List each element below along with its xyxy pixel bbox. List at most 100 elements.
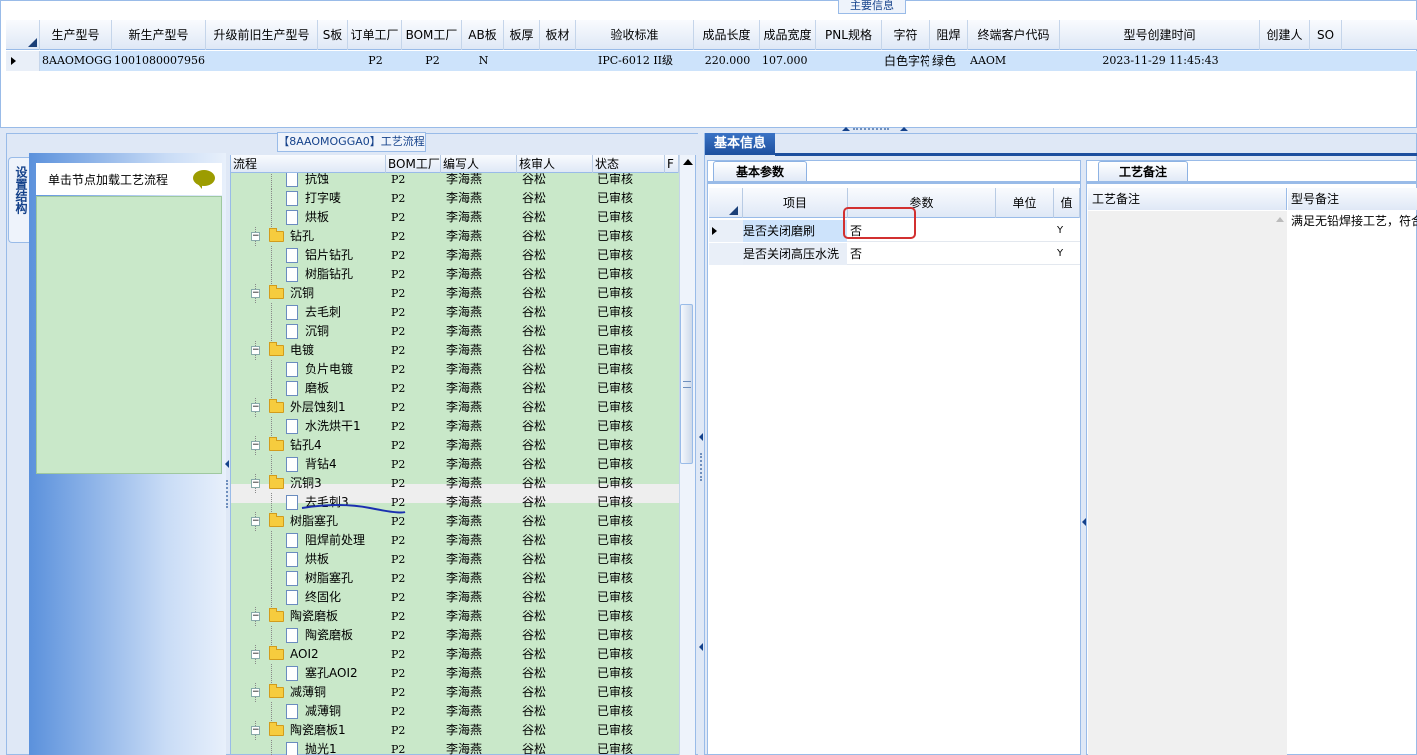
process-tree-header: 流程 BOM工厂 编写人 核审人 状态 F [231, 155, 679, 173]
collapse-node-icon[interactable]: − [251, 346, 260, 355]
model-note-text[interactable]: 满足无铅焊接工艺，符合 [1288, 211, 1417, 231]
collapse-node-icon[interactable]: − [251, 612, 260, 621]
tab-basic-info[interactable]: 基本信息 [705, 133, 775, 155]
main-col-header[interactable]: 订单工厂 [348, 20, 402, 50]
tree-row[interactable]: 水洗烘干1 P2 李海燕 谷松 已审核 [231, 417, 679, 436]
collapse-up-icon-2[interactable] [900, 127, 908, 131]
tree-row[interactable]: − AOI2 P2 李海燕 谷松 已审核 [231, 645, 679, 664]
tree-col-header[interactable]: 流程 [231, 155, 386, 173]
tree-row[interactable]: 去毛刺3 P2 李海燕 谷松 已审核 [231, 493, 679, 512]
main-col-header[interactable]: PNL规格 [816, 20, 882, 50]
tree-reviewer: 谷松 [522, 191, 547, 205]
tree-status: 已审核 [597, 723, 634, 737]
collapse-node-icon[interactable]: − [251, 517, 260, 526]
main-col-header[interactable]: 验收标准 [576, 20, 694, 50]
main-col-header[interactable]: 创建人 [1260, 20, 1310, 50]
tree-col-header[interactable]: 编写人 [441, 155, 517, 173]
tree-line [271, 550, 272, 569]
main-col-header[interactable]: 成品宽度 [760, 20, 816, 50]
tree-row[interactable]: 减薄铜 P2 李海燕 谷松 已审核 [231, 702, 679, 721]
tree-row[interactable]: − 陶瓷磨板 P2 李海燕 谷松 已审核 [231, 607, 679, 626]
tree-row[interactable]: − 树脂塞孔 P2 李海燕 谷松 已审核 [231, 512, 679, 531]
tree-row[interactable]: − 陶瓷磨板1 P2 李海燕 谷松 已审核 [231, 721, 679, 740]
collapse-node-icon[interactable]: − [251, 289, 260, 298]
tree-row[interactable]: − 沉铜3 P2 李海燕 谷松 已审核 [231, 474, 679, 493]
tree-row[interactable]: 陶瓷磨板 P2 李海燕 谷松 已审核 [231, 626, 679, 645]
main-col-header[interactable]: S板 [318, 20, 348, 50]
tree-row[interactable]: 磨板 P2 李海燕 谷松 已审核 [231, 379, 679, 398]
main-col-header[interactable]: AB板 [462, 20, 504, 50]
collapse-left-icon-3[interactable] [699, 643, 703, 651]
tree-row[interactable]: − 钻孔4 P2 李海燕 谷松 已审核 [231, 436, 679, 455]
tree-row[interactable]: 树脂钻孔 P2 李海燕 谷松 已审核 [231, 265, 679, 284]
process-notes-textarea[interactable] [1088, 211, 1287, 755]
main-col-header[interactable]: 板厚 [504, 20, 540, 50]
notes-scrollbar[interactable] [1273, 211, 1287, 755]
tree-row[interactable]: 阻焊前处理 P2 李海燕 谷松 已审核 [231, 531, 679, 550]
main-col-header[interactable]: SO [1310, 20, 1342, 50]
collapse-node-icon[interactable]: − [251, 479, 260, 488]
tree-row[interactable]: 沉铜 P2 李海燕 谷松 已审核 [231, 322, 679, 341]
tree-row[interactable]: − 钻孔 P2 李海燕 谷松 已审核 [231, 227, 679, 246]
main-grid-cell: 10010800079568 [114, 54, 205, 67]
tab-process-notes[interactable]: 工艺备注 [1098, 161, 1188, 182]
tree-row[interactable]: 抛光1 P2 李海燕 谷松 已审核 [231, 740, 679, 755]
tree-col-header[interactable]: BOM工厂 [386, 155, 441, 173]
middle-vertical-splitter[interactable] [698, 133, 703, 755]
tab-basic-params[interactable]: 基本参数 [713, 161, 807, 182]
tree-col-header[interactable]: 状态 [593, 155, 665, 173]
settings-structure-label: 设置结构 [14, 166, 28, 214]
tree-row[interactable]: 树脂塞孔 P2 李海燕 谷松 已审核 [231, 569, 679, 588]
tree-col-header[interactable]: F [665, 155, 679, 173]
collapse-node-icon[interactable]: − [251, 441, 260, 450]
tree-status: 已审核 [597, 666, 634, 680]
settings-structure-tab[interactable]: 设置结构 [8, 157, 30, 243]
tree-row[interactable]: − 外层蚀刻1 P2 李海燕 谷松 已审核 [231, 398, 679, 417]
main-grid-row[interactable]: 8AAOMOGGA010010800079568 P2 P2 N IPC-6012 II… [6, 51, 1417, 71]
tree-scroll-thumb[interactable] [680, 304, 693, 464]
main-col-header[interactable]: 阻焊 [930, 20, 968, 50]
tree-line [271, 208, 272, 227]
collapse-node-icon[interactable]: − [251, 726, 260, 735]
collapse-node-icon[interactable]: − [251, 650, 260, 659]
main-col-header[interactable]: 字符 [882, 20, 930, 50]
folder-icon [269, 608, 284, 622]
scroll-up-icon[interactable] [683, 159, 693, 165]
tree-row[interactable]: 铝片钻孔 P2 李海燕 谷松 已审核 [231, 246, 679, 265]
collapse-left-icon-2[interactable] [699, 433, 703, 441]
main-col-header[interactable]: 型号创建时间 [1060, 20, 1260, 50]
main-col-header[interactable]: 板材 [540, 20, 576, 50]
main-col-header[interactable]: BOM工厂 [402, 20, 462, 50]
params-row[interactable]: 是否关闭高压水洗 否 Y [709, 243, 1080, 265]
tree-row[interactable]: 背钻4 P2 李海燕 谷松 已审核 [231, 455, 679, 474]
tree-status: 已审核 [597, 305, 634, 319]
document-icon [286, 305, 298, 320]
params-cell-param[interactable]: 否 [848, 243, 996, 265]
tree-row[interactable]: − 沉铜 P2 李海燕 谷松 已审核 [231, 284, 679, 303]
main-col-header[interactable]: 生产型号 [40, 20, 112, 50]
tree-row[interactable]: 烘板 P2 李海燕 谷松 已审核 [231, 208, 679, 227]
document-icon [286, 210, 298, 225]
collapse-left-icon[interactable] [225, 460, 229, 468]
document-icon [286, 362, 298, 377]
main-col-header[interactable]: 成品长度 [694, 20, 760, 50]
collapse-node-icon[interactable]: − [251, 403, 260, 412]
main-col-header[interactable]: 新生产型号 [112, 20, 206, 50]
tree-row[interactable]: 塞孔AOI2 P2 李海燕 谷松 已审核 [231, 664, 679, 683]
tree-col-header[interactable]: 核审人 [517, 155, 593, 173]
tree-row[interactable]: 烘板 P2 李海燕 谷松 已审核 [231, 550, 679, 569]
tree-row[interactable]: − 减薄铜 P2 李海燕 谷松 已审核 [231, 683, 679, 702]
tree-row[interactable]: 终固化 P2 李海燕 谷松 已审核 [231, 588, 679, 607]
tree-row[interactable]: 负片电镀 P2 李海燕 谷松 已审核 [231, 360, 679, 379]
collapse-up-icon[interactable] [842, 127, 850, 131]
tree-row[interactable]: 打字唛 P2 李海燕 谷松 已审核 [231, 189, 679, 208]
scroll-up-icon-notes[interactable] [1276, 217, 1284, 222]
tree-row[interactable]: 去毛刺 P2 李海燕 谷松 已审核 [231, 303, 679, 322]
comment-bubble-icon[interactable] [193, 170, 215, 189]
collapse-node-icon[interactable]: − [251, 688, 260, 697]
main-col-header[interactable]: 升级前旧生产型号 [206, 20, 318, 50]
tree-author: 李海燕 [446, 343, 483, 357]
collapse-node-icon[interactable]: − [251, 232, 260, 241]
tree-row[interactable]: − 电镀 P2 李海燕 谷松 已审核 [231, 341, 679, 360]
main-col-header[interactable]: 终端客户代码 [968, 20, 1060, 50]
